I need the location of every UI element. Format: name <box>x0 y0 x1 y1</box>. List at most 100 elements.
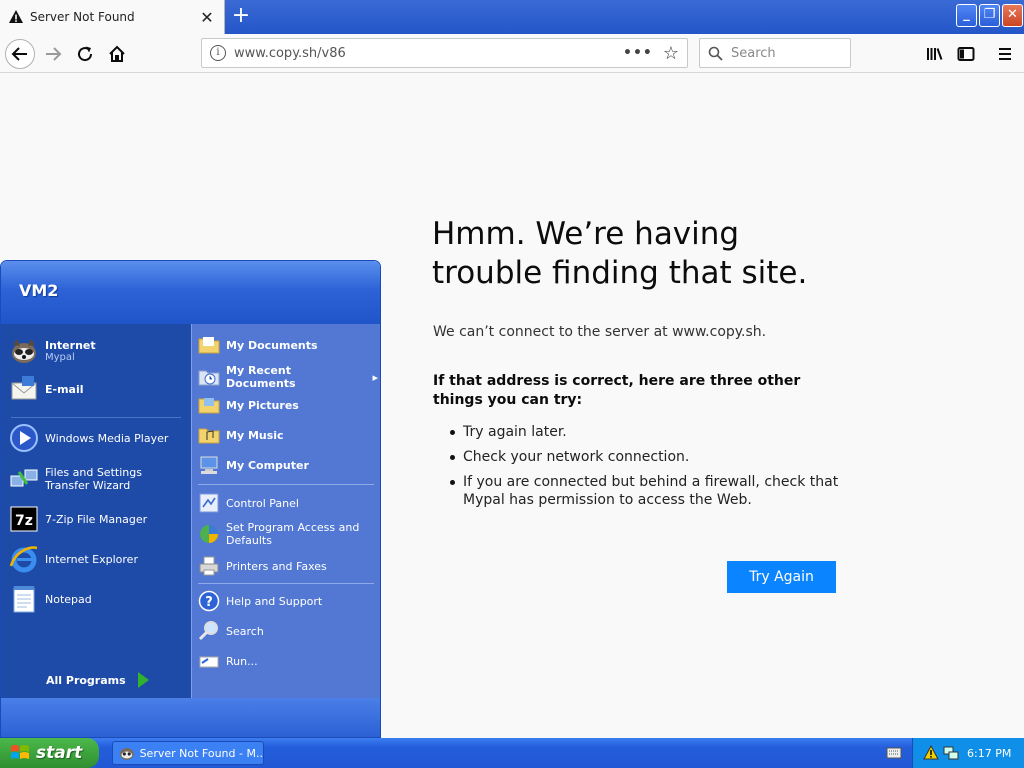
separator <box>198 484 374 485</box>
error-subtitle: If that address is correct, here are thr… <box>433 373 801 408</box>
reload-button[interactable] <box>70 39 100 69</box>
start-button[interactable]: start <box>0 738 99 768</box>
url-text[interactable]: www.copy.sh/v86 <box>234 46 623 61</box>
start-menu: VM2 Internet Mypal E-mail Windows Media … <box>0 260 381 738</box>
svg-text:?: ? <box>205 595 213 610</box>
search-placeholder[interactable]: Search <box>731 46 776 61</box>
menu-item-run[interactable]: Run... <box>198 650 378 672</box>
try-again-button[interactable]: Try Again <box>727 561 836 593</box>
error-title: Hmm. We’re having trouble finding that s… <box>432 216 808 291</box>
library-button[interactable] <box>920 39 950 69</box>
menu-item-printers-and-faxes[interactable]: Printers and Faxes <box>198 555 378 577</box>
close-window-button[interactable]: ✕ <box>1002 4 1023 27</box>
start-menu-header: VM2 <box>1 261 380 324</box>
tab-server-not-found[interactable]: Server Not Found ✕ <box>0 0 225 34</box>
menu-item-7zip[interactable]: 7z 7-Zip File Manager <box>9 504 187 534</box>
folder-icon <box>198 394 220 416</box>
menu-button[interactable] <box>990 39 1020 69</box>
separator <box>11 417 181 418</box>
system-tray: 6:17 PM <box>886 738 1024 768</box>
menu-item-help-and-support[interactable]: ? Help and Support <box>198 590 378 612</box>
menu-item-label: My Music <box>226 428 284 442</box>
menu-item-search[interactable]: Search <box>198 620 378 642</box>
menu-item-my-documents[interactable]: My Documents <box>198 334 378 356</box>
computer-icon <box>198 454 220 476</box>
search-bar[interactable]: Search <box>699 38 851 68</box>
back-button[interactable] <box>5 39 35 69</box>
control-panel-icon <box>198 492 220 514</box>
menu-item-label: Search <box>226 624 264 638</box>
taskbar-item-label: Server Not Found - M... <box>139 746 263 760</box>
windows-logo-icon <box>11 745 29 759</box>
menu-item-label: Printers and Faxes <box>226 559 327 573</box>
taskbar-item-browser[interactable]: Server Not Found - M... <box>112 741 264 765</box>
menu-item-control-panel[interactable]: Control Panel <box>198 492 378 514</box>
run-icon <box>198 650 220 672</box>
menu-item-my-pictures[interactable]: My Pictures <box>198 394 378 416</box>
menu-item-label: My Documents <box>226 338 318 352</box>
all-programs-button[interactable]: All Programs <box>46 672 149 688</box>
start-menu-programs: Internet Mypal E-mail Windows Media Play… <box>1 324 191 725</box>
arrow-right-icon <box>137 672 149 688</box>
url-bar[interactable]: i www.copy.sh/v86 ••• ☆ <box>201 38 688 68</box>
home-icon <box>109 45 125 62</box>
info-icon[interactable]: i <box>210 45 226 61</box>
menu-item-internet-explorer[interactable]: Internet Explorer <box>9 544 187 574</box>
menu-item-my-computer[interactable]: My Computer <box>198 454 378 476</box>
menu-item-label: Windows Media Player <box>45 431 169 445</box>
menu-item-label: Notepad <box>45 592 92 606</box>
reload-icon <box>78 46 93 62</box>
network-icon[interactable] <box>943 745 959 761</box>
separator <box>198 583 374 584</box>
menu-item-my-recent-documents[interactable]: My Recent Documents ▸ <box>198 364 378 390</box>
program-access-icon <box>198 523 220 545</box>
sidebar-button[interactable] <box>951 39 981 69</box>
printer-icon <box>198 555 220 577</box>
7zip-icon: 7z <box>9 504 39 534</box>
search-icon <box>198 620 220 642</box>
start-label: start <box>36 743 83 763</box>
menu-item-internet[interactable]: Internet Mypal <box>9 336 187 366</box>
all-programs-label: All Programs <box>46 673 126 687</box>
clock[interactable]: 6:17 PM <box>967 747 1011 760</box>
menu-item-email[interactable]: E-mail <box>9 374 187 404</box>
recent-docs-icon <box>198 366 220 388</box>
notepad-icon <box>9 584 39 614</box>
menu-item-label: Set Program Access and Defaults <box>226 521 360 547</box>
submenu-arrow-icon: ▸ <box>372 370 378 384</box>
tab-title: Server Not Found <box>30 10 135 24</box>
restore-button[interactable]: ❐ <box>979 4 1000 27</box>
menu-item-label: Run... <box>226 654 258 668</box>
tab-strip: Server Not Found ✕ + _ ❐ ✕ <box>0 0 1024 34</box>
menu-item-set-program-access[interactable]: Set Program Access and Defaults <box>198 521 378 547</box>
transfer-wizard-icon <box>9 464 39 494</box>
menu-item-label: Internet Explorer <box>45 552 138 566</box>
taskbar: start Server Not Found - M... 6:17 PM <box>0 738 1024 768</box>
menu-item-notepad[interactable]: Notepad <box>9 584 187 614</box>
home-button[interactable] <box>102 39 132 69</box>
keyboard-icon[interactable] <box>886 746 902 760</box>
new-tab-button[interactable]: + <box>228 3 254 29</box>
menu-item-label: Help and Support <box>226 594 323 608</box>
search-icon <box>708 46 723 61</box>
close-tab-icon[interactable]: ✕ <box>198 8 216 27</box>
menu-item-label: Files and Settings Transfer Wizard <box>45 466 142 492</box>
help-icon: ? <box>198 590 220 612</box>
menu-item-sublabel: Mypal <box>45 351 75 363</box>
menu-item-label: Control Panel <box>226 496 299 510</box>
page-actions-icon[interactable]: ••• <box>623 45 653 61</box>
menu-item-windows-media-player[interactable]: Windows Media Player <box>9 423 187 453</box>
user-name: VM2 <box>19 281 59 300</box>
menu-item-transfer-wizard[interactable]: Files and Settings Transfer Wizard <box>9 464 187 494</box>
sidebar-icon <box>957 47 975 61</box>
forward-button[interactable] <box>38 39 68 69</box>
navigation-toolbar: i www.copy.sh/v86 ••• ☆ Search <box>0 34 1024 73</box>
back-arrow-icon <box>11 47 27 61</box>
list-item: Try again later. <box>450 423 840 441</box>
minimize-button[interactable]: _ <box>956 4 977 27</box>
start-menu-places: My Documents My Recent Documents ▸ My Pi… <box>191 324 380 698</box>
menu-item-label: My Computer <box>226 458 309 472</box>
menu-item-my-music[interactable]: My Music <box>198 424 378 446</box>
bookmark-star-icon[interactable]: ☆ <box>663 43 679 64</box>
security-warning-icon[interactable] <box>923 745 939 761</box>
